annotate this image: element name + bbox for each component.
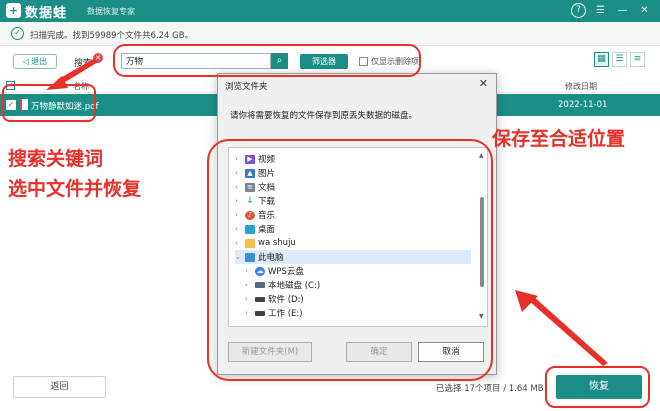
annotation-text-select: 选中文件并恢复	[8, 178, 142, 200]
check-circle-icon: ✓	[11, 27, 24, 40]
annotation-box-folder	[207, 139, 493, 381]
dialog-message: 请你将需要恢复的文件保存到原丢失数据的磁盘。	[230, 111, 418, 121]
search-label: 搜索	[74, 59, 93, 69]
annotation-box-file	[2, 84, 96, 122]
annotation-text-save: 保存至合适位置	[492, 128, 626, 150]
dialog-close-icon[interactable]: ✕	[479, 77, 488, 90]
annotation-box-recover	[545, 366, 650, 408]
minimize-icon[interactable]: —	[615, 3, 630, 18]
annotation-box-search	[113, 44, 421, 77]
window-controls: ? ☰ — ✕	[571, 3, 652, 18]
annotation-text-search: 搜索关键词	[8, 148, 104, 170]
clear-search-icon[interactable]: ✕	[93, 53, 103, 63]
back-arrow-icon: ◁	[22, 57, 30, 66]
list-view-icon[interactable]: ☰	[612, 52, 627, 67]
close-icon[interactable]: ✕	[637, 3, 652, 18]
help-icon[interactable]: ?	[571, 3, 586, 18]
row-date: 2022-11-01	[558, 100, 608, 110]
menu-icon[interactable]: ☰	[593, 3, 608, 18]
title-bar: + 数据蛙 数据恢复专家 ? ☰ — ✕	[0, 0, 660, 22]
exit-button[interactable]: ◁ 退出	[13, 54, 57, 69]
arrow-to-recover-head	[515, 290, 538, 312]
app-name: 数据蛙	[25, 6, 68, 21]
scan-status-text: 扫描完成。找到59989个文件共6.24 GB。	[30, 31, 194, 41]
back-button[interactable]: 返回	[13, 376, 106, 398]
dialog-title: 浏览文件夹	[225, 82, 268, 92]
app-subtitle: 数据恢复专家	[87, 7, 135, 16]
grid-view-icon[interactable]: ▦	[594, 52, 609, 67]
scan-status-bar: ✓ 扫描完成。找到59989个文件共6.24 GB。	[0, 22, 660, 46]
detail-view-icon[interactable]: ≡	[630, 52, 645, 67]
column-date[interactable]: 修改日期	[565, 81, 597, 92]
app-logo-icon: +	[6, 3, 21, 18]
exit-button-label: 退出	[31, 57, 48, 66]
view-mode-switcher: ▦ ☰ ≡	[594, 52, 645, 67]
selection-status: 已选择 17个项目 / 1.64 MB	[436, 384, 544, 394]
arrow-to-recover-shaft	[528, 296, 608, 366]
